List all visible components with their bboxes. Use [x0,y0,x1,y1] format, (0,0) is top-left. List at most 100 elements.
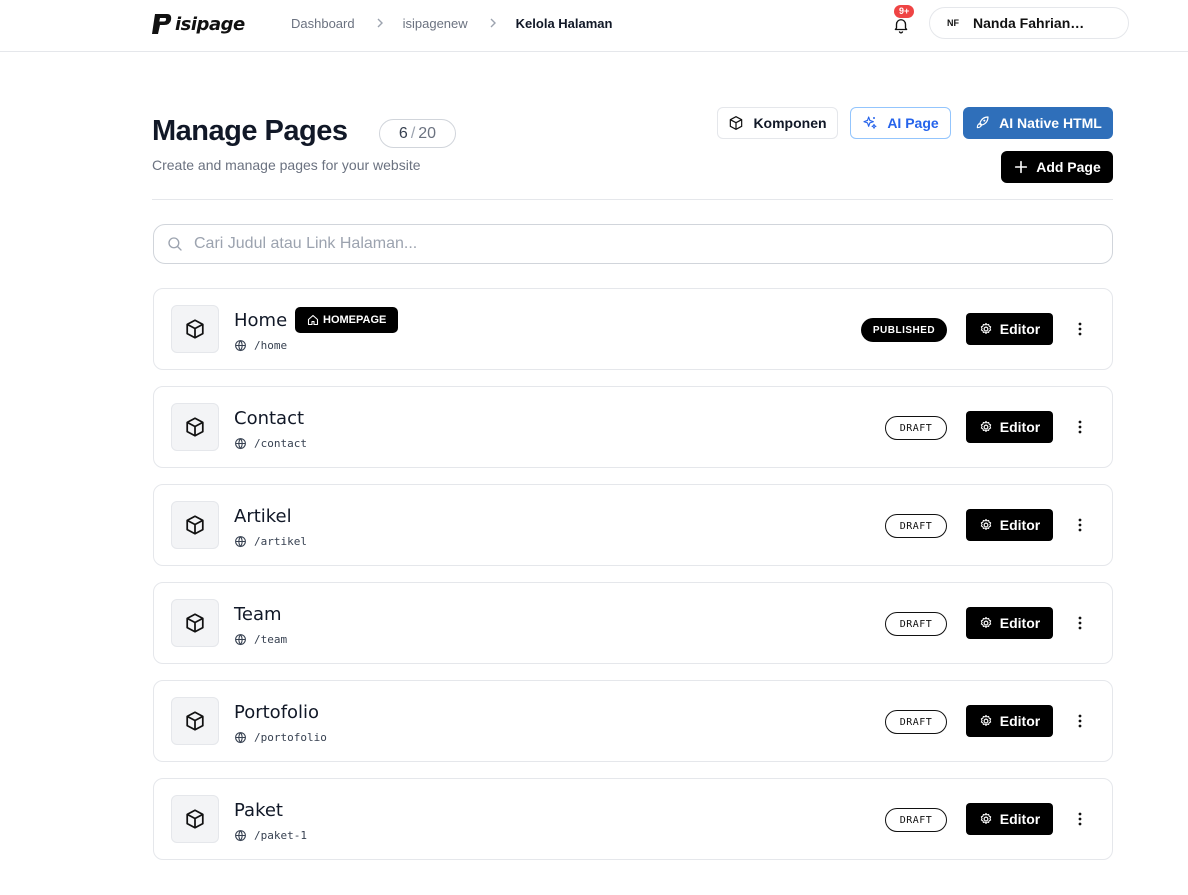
page-icon [171,795,219,843]
avatar: NF [947,18,959,28]
ai-page-label: AI Page [887,115,939,131]
more-options-button[interactable] [1070,319,1090,339]
kebab-menu-icon [1078,518,1082,532]
breadcrumb-website[interactable]: isipagenew [403,16,468,31]
page-title-text[interactable]: Portofolio [234,702,319,723]
page-row-team: Team /team DRAFT Editor [153,582,1113,664]
page-row-artikel: Artikel /artikel DRAFT Editor [153,484,1113,566]
editor-label: Editor [999,419,1041,435]
page-title-text[interactable]: Home [234,310,287,331]
editor-label: Editor [999,321,1041,337]
ai-native-html-label: AI Native HTML [999,115,1102,131]
breadcrumb: Dashboard isipagenew Kelola Halaman [291,14,612,32]
page-url: /home [234,339,287,352]
status-badge: DRAFT [885,710,947,734]
page-url-text: /contact [254,437,307,450]
page-url-text: /paket-1 [254,829,307,842]
komponen-label: Komponen [753,115,827,131]
more-options-button[interactable] [1070,417,1090,437]
kebab-menu-icon [1078,420,1082,434]
status-badge: DRAFT [885,514,947,538]
page-url: /paket-1 [234,829,307,842]
page-count-total: 20 [418,124,437,142]
page-icon [171,501,219,549]
gear-icon [980,518,991,531]
editor-label: Editor [999,713,1041,729]
chevron-right-icon [375,17,387,29]
more-options-button[interactable] [1070,809,1090,829]
editor-button[interactable]: Editor [966,411,1053,443]
globe-icon [235,536,246,548]
brand-logo[interactable]: isipage [151,10,245,38]
brand-name: isipage [175,13,245,35]
cube-icon [186,711,204,731]
gear-icon [980,714,991,727]
notification-badge: 9+ [894,5,915,18]
page-icon [171,403,219,451]
search-box [153,224,1113,264]
page-icon [171,305,219,353]
page-icon [171,697,219,745]
cube-icon [186,515,204,535]
page-url: /artikel [234,535,307,548]
user-name: Nanda Fahriansyah [973,15,1091,31]
editor-label: Editor [999,811,1041,827]
page-url-text: /artikel [254,535,307,548]
page-title-text[interactable]: Team [234,604,282,625]
status-badge: DRAFT [885,612,947,636]
page-title-text[interactable]: Paket [234,800,283,821]
more-options-button[interactable] [1070,711,1090,731]
sparkles-icon [863,116,877,129]
search-input[interactable] [194,235,1074,253]
rocket-icon [976,116,989,129]
page-count-separator: / [410,124,416,142]
editor-button[interactable]: Editor [966,313,1053,345]
top-bar: isipage Dashboard isipagenew Kelola Hala… [0,0,1188,52]
homepage-badge-label: HOMEPAGE [323,314,387,326]
editor-button[interactable]: Editor [966,509,1053,541]
komponen-button[interactable]: Komponen [717,107,838,139]
chevron-right-icon [488,17,500,29]
globe-icon [235,830,246,842]
breadcrumb-current: Kelola Halaman [515,15,613,31]
kebab-menu-icon [1078,812,1082,826]
plus-icon [1015,160,1028,174]
status-badge: DRAFT [885,416,947,440]
cube-icon [730,116,743,130]
editor-label: Editor [999,615,1041,631]
page-title-text[interactable]: Artikel [234,506,292,527]
page-icon [171,599,219,647]
editor-button[interactable]: Editor [966,705,1053,737]
page-title-text[interactable]: Contact [234,408,304,429]
home-icon [307,314,319,326]
globe-icon [235,438,246,450]
page-url: /team [234,633,287,646]
cube-icon [186,809,204,829]
page-row-contact: Contact /contact DRAFT Editor [153,386,1113,468]
ai-native-html-button[interactable]: AI Native HTML [963,107,1113,139]
kebab-menu-icon [1078,322,1082,336]
status-badge: PUBLISHED [861,318,947,342]
notification-button[interactable]: 9+ [891,5,915,34]
bell-icon [894,19,908,34]
page-url-text: /portofolio [254,731,327,744]
gear-icon [980,812,991,825]
user-menu[interactable]: NF Nanda Fahriansyah [929,7,1129,39]
globe-icon [235,732,246,744]
add-page-button[interactable]: Add Page [1001,151,1113,183]
more-options-button[interactable] [1070,515,1090,535]
gear-icon [980,420,991,433]
page-title: Manage Pages [152,115,348,147]
ai-page-button[interactable]: AI Page [850,107,951,139]
gear-icon [980,322,991,335]
cube-icon [186,613,204,633]
more-options-button[interactable] [1070,613,1090,633]
homepage-badge: HOMEPAGE [295,307,399,333]
kebab-menu-icon [1078,616,1082,630]
page-row-portofolio: Portofolio /portofolio DRAFT Editor [153,680,1113,762]
editor-button[interactable]: Editor [966,803,1053,835]
page-url-text: /team [254,633,288,646]
globe-icon [235,340,246,352]
editor-button[interactable]: Editor [966,607,1053,639]
breadcrumb-dashboard[interactable]: Dashboard [291,16,355,31]
